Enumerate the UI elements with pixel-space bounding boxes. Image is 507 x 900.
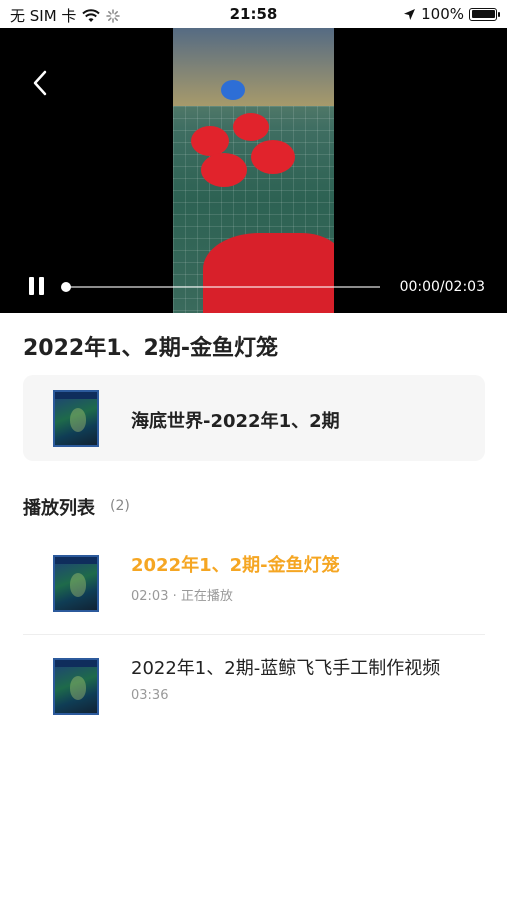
chevron-left-icon <box>33 70 47 96</box>
status-right: 100% <box>403 5 500 23</box>
playlist-item-meta: 02:03 · 正在播放 <box>131 589 233 604</box>
pause-button[interactable] <box>26 275 48 297</box>
status-bar: 无 SIM 卡 21:58 100% <box>0 0 507 28</box>
playlist-item-title: 2022年1、2期-蓝鲸飞飞手工制作视频 <box>131 658 441 679</box>
album-cover-image <box>53 390 99 447</box>
time-readout: 00:00/02:03 <box>399 279 485 295</box>
back-button[interactable] <box>26 68 56 98</box>
playlist-item-cover <box>53 555 99 612</box>
battery-percent: 100% <box>421 5 464 23</box>
playlist-heading: 播放列表 <box>23 498 95 519</box>
location-arrow-icon <box>404 8 416 20</box>
battery-icon <box>469 7 500 21</box>
playlist-item-meta: 03:36 <box>131 688 169 703</box>
divider <box>23 634 485 635</box>
playlist-count: (2) <box>110 498 130 514</box>
playlist-item[interactable]: 2022年1、2期-蓝鲸飞飞手工制作视频 03:36 <box>0 636 507 738</box>
playlist-item-cover <box>53 658 99 715</box>
pause-icon <box>29 277 34 295</box>
player-controls: 00:00/02:03 <box>0 263 507 313</box>
playlist-item-title: 2022年1、2期-金鱼灯笼 <box>131 555 340 576</box>
album-title: 海底世界-2022年1、2期 <box>131 411 340 432</box>
album-card[interactable]: 海底世界-2022年1、2期 <box>23 375 485 461</box>
video-title: 2022年1、2期-金鱼灯笼 <box>23 336 278 361</box>
progress-bar[interactable] <box>66 286 380 288</box>
playlist-item[interactable]: 2022年1、2期-金鱼灯笼 02:03 · 正在播放 <box>0 533 507 635</box>
progress-knob[interactable] <box>61 282 71 292</box>
video-player[interactable]: 00:00/02:03 <box>0 28 507 313</box>
